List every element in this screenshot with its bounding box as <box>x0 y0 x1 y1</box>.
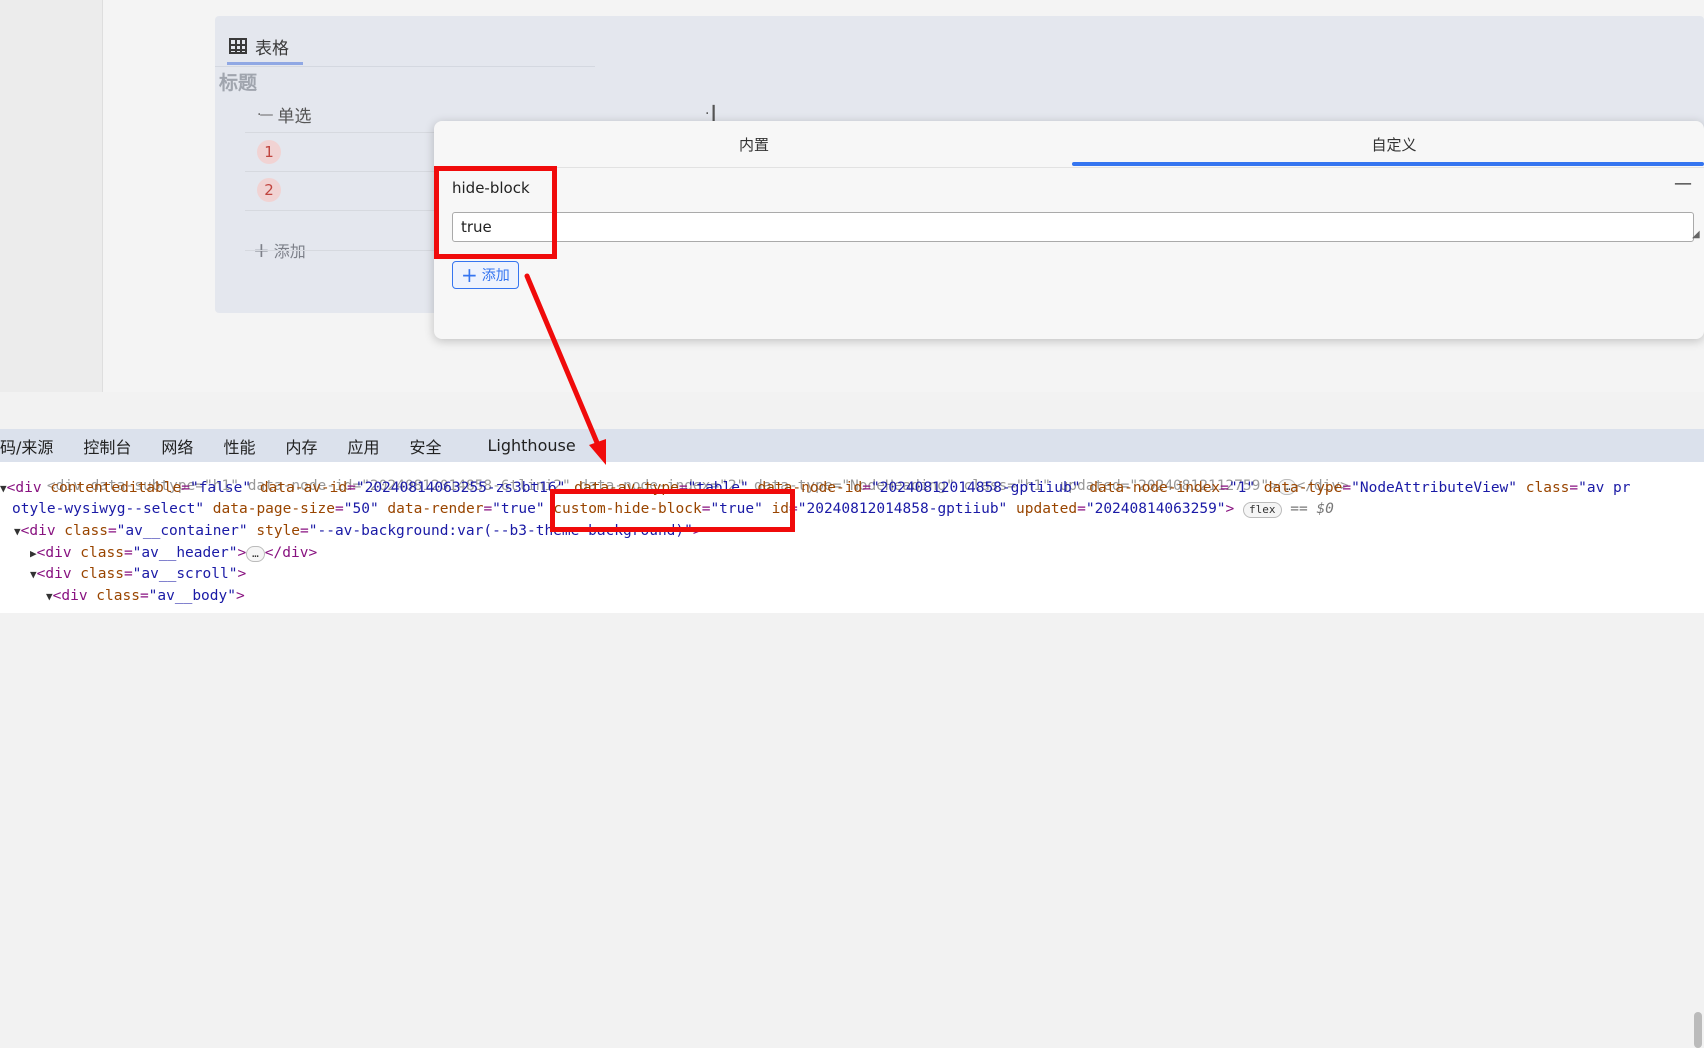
ellipsis-icon[interactable]: … <box>246 546 265 562</box>
attr-value: "av__container" <box>116 523 248 539</box>
row-badge-1[interactable]: 1 <box>257 140 281 164</box>
add-attribute-button[interactable]: + 添加 <box>452 261 519 289</box>
list-icon: ·— <box>257 106 274 123</box>
tag-open: <div <box>6 480 42 496</box>
devtools-tab-console[interactable]: 控制台 <box>83 434 131 458</box>
tab-builtin[interactable]: 内置 <box>434 121 1074 167</box>
expand-triangle-icon[interactable]: ▼ <box>30 568 37 581</box>
attr-name: class <box>1525 480 1570 496</box>
scrollbar-thumb[interactable] <box>1694 1012 1702 1048</box>
attr-name: style <box>256 523 301 539</box>
dom-line-header[interactable]: ▶<div class="av__header">… </div> <box>30 543 317 564</box>
plus-icon: + <box>461 263 478 287</box>
attr-value: "av pr <box>1578 480 1631 496</box>
av-tab-label: 表格 <box>255 38 289 59</box>
attribute-dialog: 内置 自定义 hide-block — true ◢ + 添加 <box>434 121 1704 339</box>
tag-open: <div <box>36 566 72 582</box>
expand-triangle-icon[interactable]: ▼ <box>0 482 7 495</box>
attr-value: "av__scroll" <box>132 566 238 582</box>
attr-value: "false" <box>189 480 252 496</box>
tab-custom[interactable]: 自定义 <box>1074 121 1704 167</box>
elements-panel: <div data-subtype="h1" data-node-id="202… <box>0 462 1704 1048</box>
flex-badge[interactable]: flex <box>1243 502 1282 518</box>
highlight-attribute-box <box>434 166 557 259</box>
attr-value: "20240812014858-gptiiub" <box>870 480 1081 496</box>
tag-close: > <box>237 566 247 582</box>
attr-name: data-type <box>1263 480 1343 496</box>
av-tab-table[interactable]: 表格 <box>227 30 303 65</box>
active-tab-indicator <box>1072 162 1704 166</box>
attr-name: class <box>96 588 140 604</box>
attr-value: "20240812014858-gptiiub" <box>797 501 1008 517</box>
dom-line-body[interactable]: ▼<div class="av__body"> <box>46 586 245 607</box>
attr-value: "true" <box>492 501 545 517</box>
attr-name: class <box>64 523 108 539</box>
attr-name: data-av-id <box>259 480 348 496</box>
text-cursor-icon: ·┃ <box>705 106 718 122</box>
resize-grip-icon[interactable]: ◢ <box>1692 229 1700 240</box>
dialog-tabs: 内置 自定义 <box>434 121 1704 168</box>
attr-value: "NodeAttributeView" <box>1351 480 1518 496</box>
table-icon <box>229 38 247 54</box>
tag-open: <div <box>36 545 72 561</box>
devtools-tab-memory[interactable]: 内存 <box>285 434 317 458</box>
devtools-tab-security[interactable]: 安全 <box>409 434 441 458</box>
attr-value: "20240814063259" <box>1085 501 1226 517</box>
attr-value: "av__body" <box>148 588 236 604</box>
dom-line-av-open[interactable]: ▼<div contenteditable="false" data-av-id… <box>0 478 1631 499</box>
left-panel <box>0 0 103 392</box>
devtools-tab-sources[interactable]: 码/来源 <box>0 434 53 458</box>
attr-name: class <box>80 545 124 561</box>
column-label: 单选 <box>277 107 312 127</box>
attr-name: contenteditable <box>50 480 182 496</box>
av-title: 标题 <box>219 72 258 94</box>
attr-name: updated <box>1016 501 1078 517</box>
tag-open: <div <box>20 523 56 539</box>
expand-triangle-icon[interactable]: ▼ <box>46 590 53 603</box>
attr-value: "20240814063255-zs3bt16" <box>355 480 566 496</box>
devtools-tab-network[interactable]: 网络 <box>161 434 193 458</box>
av-tab-divider <box>215 66 595 67</box>
column-header-select[interactable]: ·— 单选 <box>257 102 312 128</box>
attr-value: "50" <box>343 501 379 517</box>
row-badge-2[interactable]: 2 <box>257 178 281 202</box>
collapse-triangle-icon[interactable]: ▶ <box>30 547 37 560</box>
remove-attribute-icon[interactable]: — <box>1674 173 1692 194</box>
attr-value: otyle-wysiwyg--select" <box>12 501 205 517</box>
devtools-tab-performance[interactable]: 性能 <box>223 434 255 458</box>
attr-name: data-render <box>387 501 484 517</box>
tag-close: </div> <box>264 545 318 561</box>
attr-name: data-page-size <box>212 501 336 517</box>
selected-node-marker: == $0 <box>1290 501 1334 517</box>
attribute-value-input[interactable]: true <box>452 212 1694 242</box>
tag-close: > <box>235 588 245 604</box>
attr-value: "av__header" <box>132 545 238 561</box>
highlight-custom-attribute <box>550 489 795 532</box>
devtools-tab-lighthouse[interactable]: Lighthouse <box>488 436 576 455</box>
attr-name: class <box>80 566 124 582</box>
add-attribute-label: 添加 <box>481 268 510 284</box>
dom-line-scroll[interactable]: ▼<div class="av__scroll"> <box>30 564 246 585</box>
attr-name: data-node-index <box>1089 480 1221 496</box>
devtools-tab-application[interactable]: 应用 <box>347 434 379 458</box>
expand-triangle-icon[interactable]: ▼ <box>14 525 21 538</box>
attr-value: "1" <box>1228 480 1256 496</box>
tag-open: <div <box>52 588 88 604</box>
